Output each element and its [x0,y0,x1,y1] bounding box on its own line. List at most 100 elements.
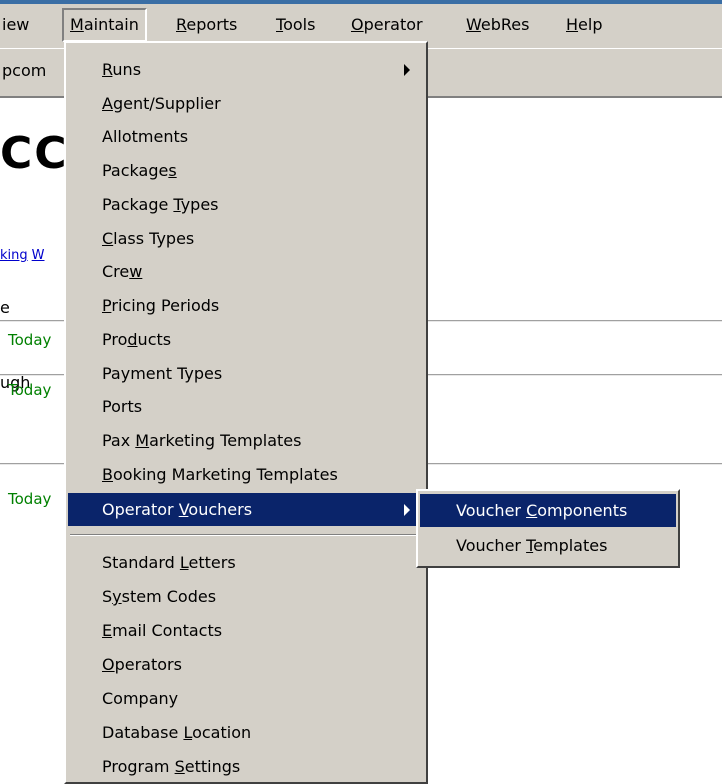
item-mnemonic: L [183,723,193,742]
page-title: CC [0,128,69,179]
today-link[interactable]: Today [8,331,51,349]
menu-item-ports[interactable]: Ports [68,390,424,423]
item-mnemonic: w [129,262,143,281]
menu-item-voucher-templates[interactable]: Voucher Templates [420,529,676,562]
menu-help-label: elp [578,15,603,34]
link-row: king W [0,248,49,263]
item-mnemonic: d [127,330,138,349]
item-text: Ports [102,397,143,416]
item-mnemonic: B [102,465,113,484]
menu-operator-label: perator [363,15,423,34]
item-text: emplates [533,536,608,555]
item-text: arketing Templates [149,431,302,450]
menu-item-booking-marketing-templates[interactable]: Booking Marketing Templates [68,458,424,491]
menu-help[interactable]: Help [560,8,608,42]
menu-maintain[interactable]: Maintain [62,8,147,42]
item-mnemonic: R [102,60,113,79]
item-mnemonic: A [102,94,113,113]
menu-item-payment-types[interactable]: Payment Types [68,357,424,390]
booking-link[interactable]: king [0,248,28,263]
item-text: lass Types [113,229,195,248]
w-link[interactable]: W [32,248,45,263]
menu-item-pricing-periods[interactable]: Pricing Periods [68,289,424,322]
item-mnemonic: S [174,757,185,776]
menu-item-products[interactable]: Products [68,323,424,356]
item-mnemonic: C [102,229,114,248]
item-text: ucts [137,330,172,349]
menu-maintain-label: aintain [83,15,139,34]
item-mnemonic: T [173,195,181,214]
item-text: S [102,587,113,606]
today-link[interactable]: Today [8,490,51,508]
item-mnemonic: y [112,587,122,606]
menu-item-voucher-components[interactable]: Voucher Components [420,494,676,527]
field-label: e [0,298,10,317]
menu-view[interactable]: iew [0,8,35,42]
item-text: Allotments [102,127,189,146]
menu-item-standard-letters[interactable]: Standard Letters [68,546,424,579]
maintain-dropdown: Runs Agent/Supplier Allotments Packages … [64,41,428,784]
menu-item-allotments[interactable]: Allotments [68,120,424,153]
menu-operator-mnemonic: O [351,15,364,34]
item-text: Package [102,195,174,214]
menu-operator[interactable]: Operator [345,8,429,42]
menu-help-mnemonic: H [566,15,579,34]
item-mnemonic: C [526,501,538,520]
item-text: Payment Types [102,364,223,383]
menu-tools-mnemonic: T [276,15,284,34]
menu-tools[interactable]: Tools [270,8,321,42]
menu-webres-mnemonic: W [466,15,481,34]
item-text: stem Codes [121,587,217,606]
menu-item-pax-marketing-templates[interactable]: Pax Marketing Templates [68,424,424,457]
menu-reports-label: eports [186,15,238,34]
item-text: Pro [102,330,128,349]
menu-item-system-codes[interactable]: System Codes [68,580,424,613]
item-text: ooking Marketing Templates [112,465,338,484]
menu-item-operator-vouchers[interactable]: Operator Vouchers [68,493,424,526]
menu-item-class-types[interactable]: Class Types [68,222,424,255]
item-mnemonic: P [102,296,112,315]
item-text: ypes [180,195,219,214]
menu-item-agent-supplier[interactable]: Agent/Supplier [68,87,424,120]
item-text: Pax [102,431,136,450]
item-text: Company [102,689,179,708]
item-text: Cre [102,262,130,281]
menu-webres-label: ebRes [480,15,530,34]
menu-reports[interactable]: Reports [170,8,243,42]
item-text: Voucher [456,536,527,555]
menu-item-company[interactable]: Company [68,682,424,715]
menu-item-package-types[interactable]: Package Types [68,188,424,221]
menu-item-database-location[interactable]: Database Location [68,716,424,749]
item-text: uns [112,60,142,79]
item-text: ouchers [188,500,253,519]
item-text: perators [114,655,182,674]
menu-view-label: iew [2,15,30,34]
submenu-arrow-icon [404,504,410,516]
item-text: Standard [102,553,180,572]
menu-item-operators[interactable]: Operators [68,648,424,681]
today-link[interactable]: Today [8,381,51,399]
item-mnemonic: O [102,655,115,674]
item-mnemonic: E [102,621,113,640]
submenu-arrow-icon [404,64,410,76]
menu-item-packages[interactable]: Packages [68,154,424,187]
menu-item-runs[interactable]: Runs [68,53,424,86]
menu-maintain-mnemonic: M [70,15,84,34]
item-text: etters [188,553,236,572]
operator-vouchers-submenu: Voucher Components Voucher Templates [416,489,680,568]
item-text: ocation [192,723,252,742]
item-text: omponents [537,501,628,520]
menu-webres[interactable]: WebRes [460,8,535,42]
item-text: Package [102,161,169,180]
menu-item-email-contacts[interactable]: Email Contacts [68,614,424,647]
item-mnemonic: V [178,500,189,519]
toolbar-text: pcom [2,61,47,80]
menu-item-program-settings[interactable]: Program Settings [68,750,424,783]
menu-tools-label: ools [283,15,316,34]
menu-item-crew[interactable]: Crew [68,255,424,288]
item-text: Program [102,757,175,776]
item-text: gent/Supplier [112,94,221,113]
item-text: Voucher [456,501,527,520]
item-text: Database [102,723,184,742]
menu-reports-mnemonic: R [176,15,187,34]
